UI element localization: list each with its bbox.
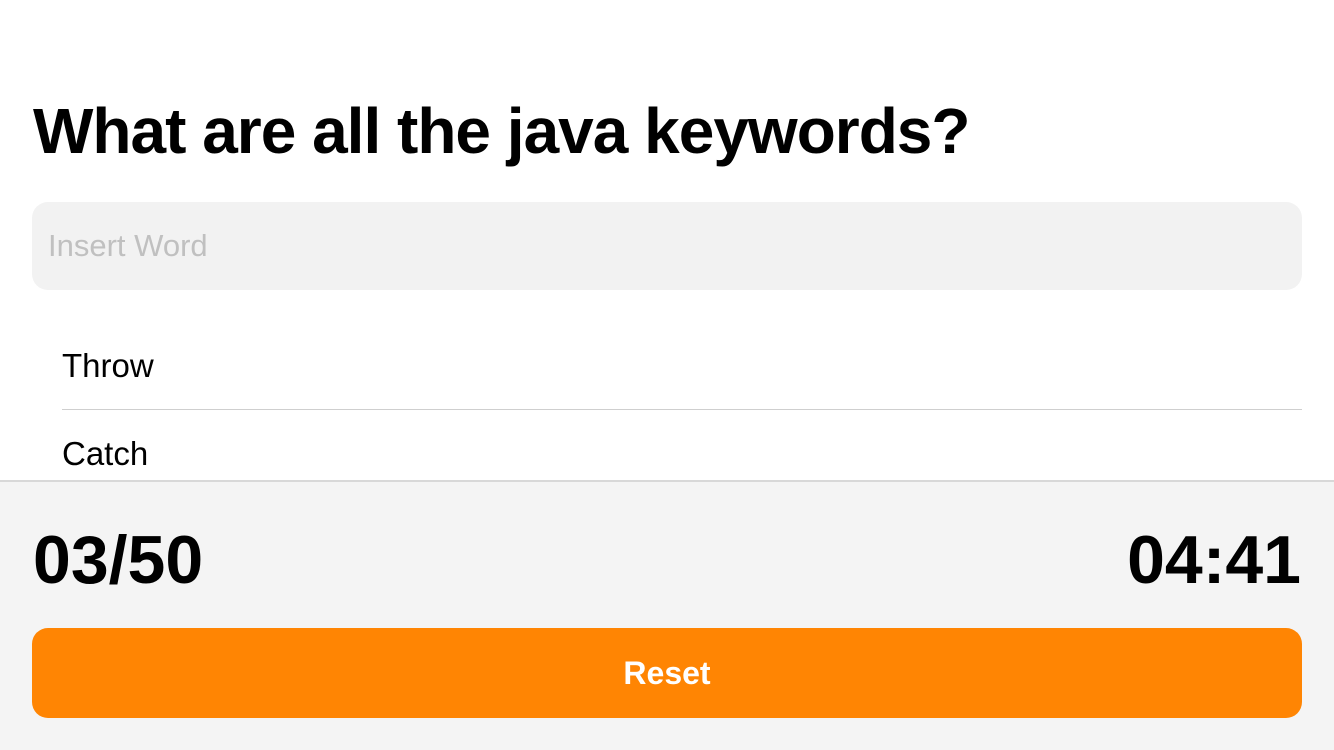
footer-bar: 03/50 04:41 Reset [0, 480, 1334, 750]
answer-label: Catch [62, 435, 149, 472]
question-title: What are all the java keywords? [33, 95, 970, 167]
insert-word-input[interactable] [32, 202, 1302, 290]
answer-list: Throw Catch [62, 322, 1302, 498]
reset-button[interactable]: Reset [32, 628, 1302, 718]
list-item[interactable]: Throw [62, 322, 1302, 410]
countdown-timer: 04:41 [1127, 522, 1301, 598]
score-counter: 03/50 [33, 522, 204, 598]
answer-label: Throw [62, 346, 154, 384]
